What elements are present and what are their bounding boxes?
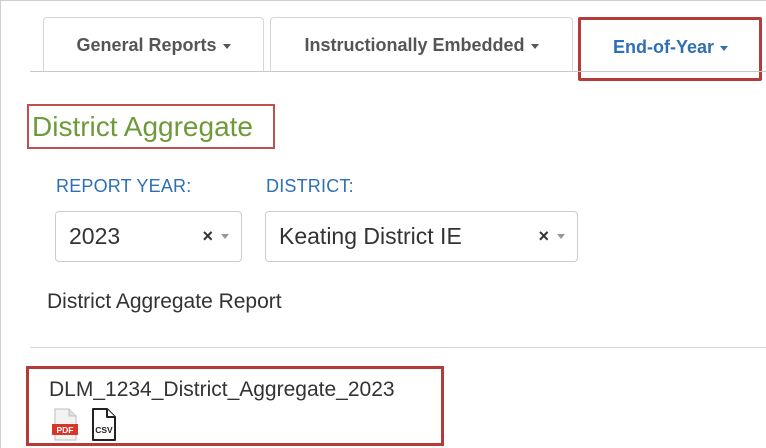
dropdown-arrow-icon[interactable] <box>557 234 565 239</box>
page-title: District Aggregate <box>27 104 275 149</box>
page-title-text: District Aggregate <box>32 110 253 142</box>
tab-end-of-year[interactable]: End-of-Year <box>582 19 759 76</box>
report-section-heading: District Aggregate Report <box>47 290 282 313</box>
district-label: DISTRICT: <box>266 176 354 196</box>
csv-download-icon[interactable]: CSV <box>90 408 118 441</box>
caret-down-icon <box>530 43 539 49</box>
tab-instructionally-embedded[interactable]: Instructionally Embedded <box>270 17 573 72</box>
dropdown-arrow-icon[interactable] <box>221 234 229 239</box>
report-year-label: REPORT YEAR: <box>56 176 192 196</box>
tab-general-reports[interactable]: General Reports <box>43 17 264 72</box>
frame-left-border <box>0 0 1 448</box>
caret-down-icon <box>720 46 728 51</box>
report-item: DLM_1234_District_Aggregate_2023 PDF CSV <box>26 366 444 446</box>
tabs-baseline <box>30 71 766 72</box>
report-file-name: DLM_1234_District_Aggregate_2023 <box>49 378 395 401</box>
pdf-download-icon[interactable]: PDF <box>51 408 79 441</box>
district-select[interactable]: Keating District IE × <box>265 211 578 262</box>
tab-general-reports-label: General Reports <box>76 34 217 55</box>
district-value: Keating District IE <box>279 223 462 249</box>
tab-end-of-year-label: End-of-Year <box>612 37 714 57</box>
report-year-value: 2023 <box>69 223 121 249</box>
pdf-icon-label: PDF <box>57 425 74 435</box>
clear-icon[interactable]: × <box>538 226 549 247</box>
caret-down-icon <box>222 43 231 49</box>
report-year-select[interactable]: 2023 × <box>55 211 242 262</box>
clear-icon[interactable]: × <box>202 226 213 247</box>
frame-top-border <box>0 0 766 1</box>
csv-icon-label: CSV <box>95 425 113 435</box>
tab-instructionally-embedded-label: Instructionally Embedded <box>304 34 525 55</box>
section-divider <box>30 347 766 348</box>
